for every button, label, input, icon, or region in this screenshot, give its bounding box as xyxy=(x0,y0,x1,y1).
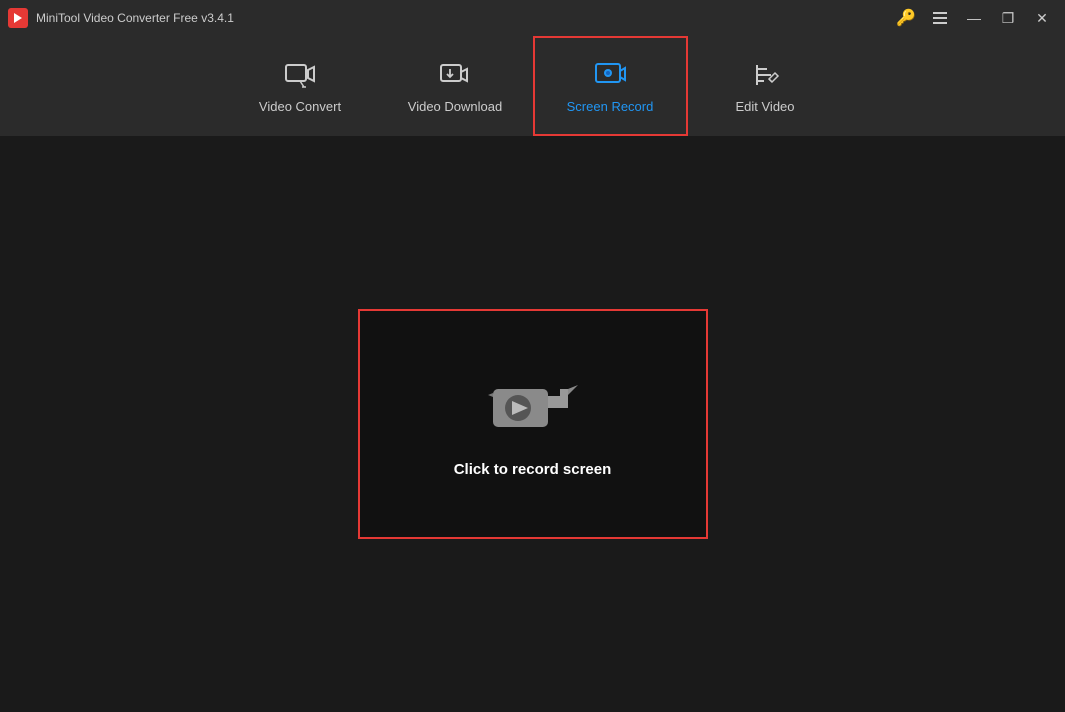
record-area[interactable]: Click to record screen xyxy=(358,309,708,539)
tab-video-download-label: Video Download xyxy=(408,99,502,114)
record-label: Click to record screen xyxy=(454,461,612,478)
window-controls: 🔑 — ❐ ✕ xyxy=(891,6,1057,30)
minimize-button[interactable]: — xyxy=(959,6,989,30)
tab-edit-video[interactable]: Edit Video xyxy=(688,36,843,136)
edit-video-icon xyxy=(749,59,781,91)
tab-edit-video-label: Edit Video xyxy=(735,99,794,114)
camera-record-icon xyxy=(488,371,578,441)
close-button[interactable]: ✕ xyxy=(1027,6,1057,30)
hamburger-button[interactable] xyxy=(925,6,955,30)
app-logo xyxy=(8,8,28,28)
title-bar: MiniTool Video Converter Free v3.4.1 🔑 —… xyxy=(0,0,1065,36)
tab-screen-record[interactable]: Screen Record xyxy=(533,36,688,136)
key-icon: 🔑 xyxy=(896,8,916,28)
tab-video-convert-label: Video Convert xyxy=(259,99,341,114)
hamburger-icon xyxy=(933,12,947,24)
maximize-button[interactable]: ❐ xyxy=(993,6,1023,30)
key-button[interactable]: 🔑 xyxy=(891,6,921,30)
nav-tabs: Video Convert Video Download Screen Reco… xyxy=(0,36,1065,136)
tab-video-download[interactable]: Video Download xyxy=(378,36,533,136)
tab-video-convert[interactable]: Video Convert xyxy=(223,36,378,136)
video-download-icon xyxy=(439,59,471,91)
main-content: Click to record screen xyxy=(0,136,1065,712)
title-bar-left: MiniTool Video Converter Free v3.4.1 xyxy=(8,8,234,28)
tab-screen-record-label: Screen Record xyxy=(567,99,654,114)
video-convert-icon xyxy=(284,59,316,91)
app-title: MiniTool Video Converter Free v3.4.1 xyxy=(36,11,234,25)
minimize-icon: — xyxy=(967,10,981,26)
record-icon-wrapper xyxy=(488,371,578,441)
maximize-icon: ❐ xyxy=(1002,10,1015,27)
close-icon: ✕ xyxy=(1036,10,1048,27)
screen-record-icon xyxy=(594,59,626,91)
